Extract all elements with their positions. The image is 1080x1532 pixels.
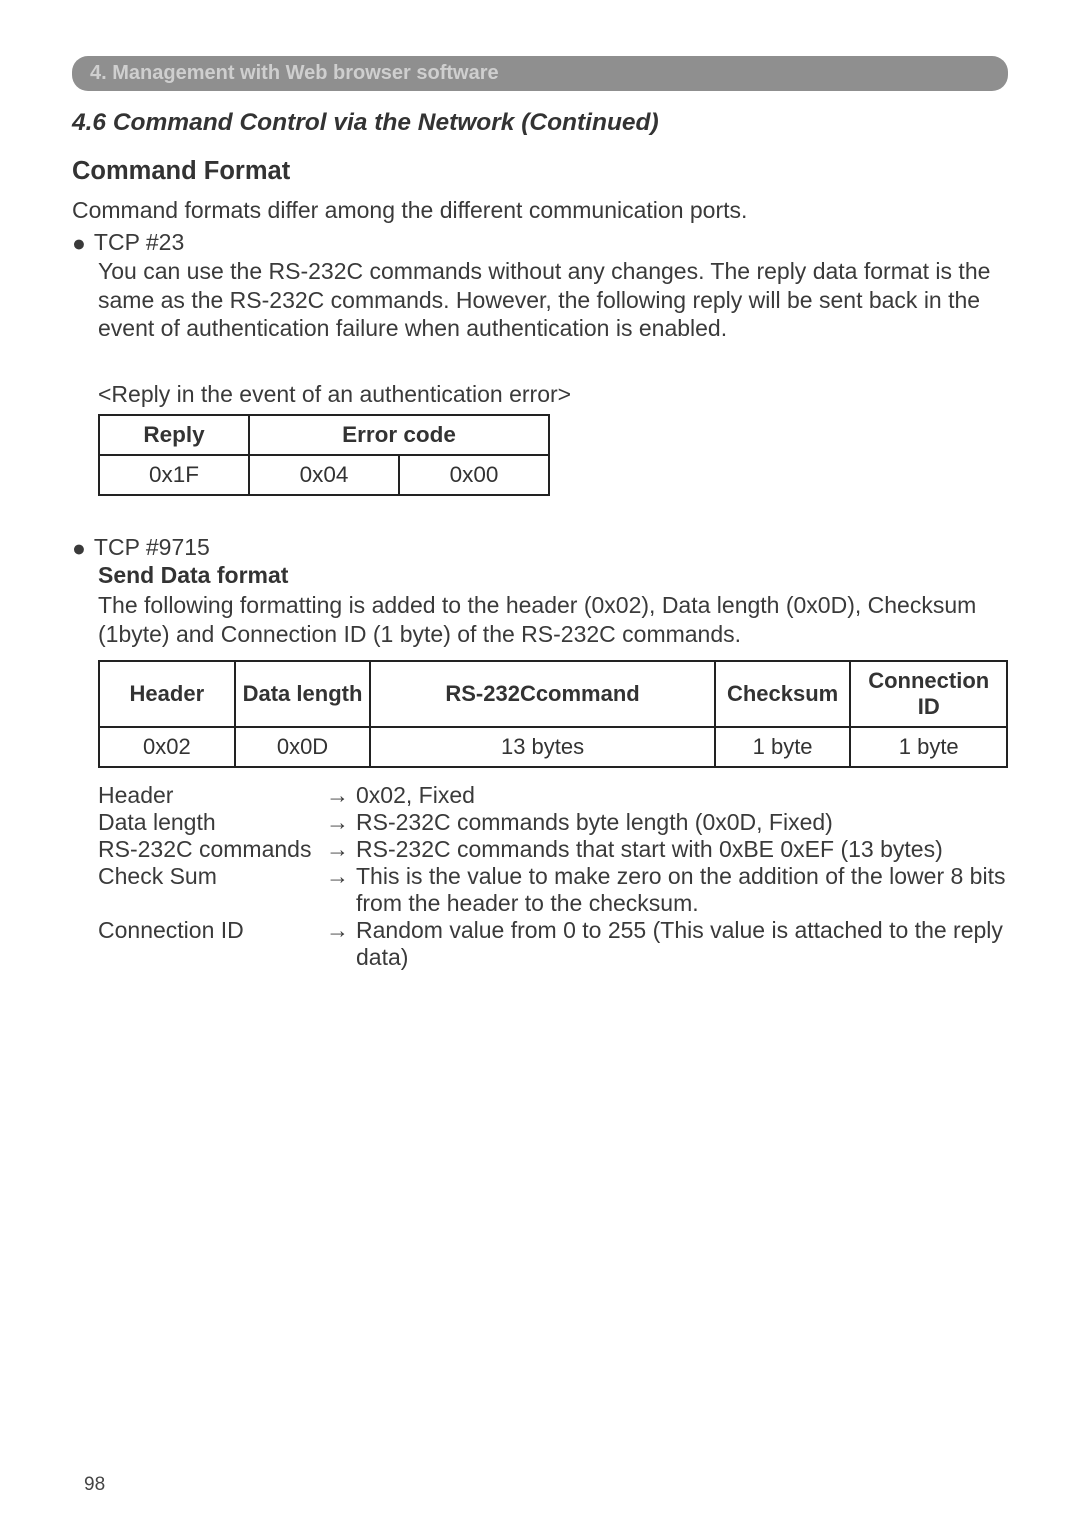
bullet-icon: ●: [72, 534, 86, 563]
definition-term: RS-232C commands: [98, 836, 326, 863]
definition-desc: This is the value to make zero on the ad…: [356, 863, 1008, 917]
command-format-heading: Command Format: [72, 157, 1008, 186]
section-title: 4.6 Command Control via the Network (Con…: [72, 109, 1008, 137]
auth-table-cell: 0x00: [399, 455, 549, 495]
auth-table-cell: 0x1F: [99, 455, 249, 495]
send-table-header: Checksum: [715, 661, 851, 727]
definition-desc: RS-232C commands that start with 0xBE 0x…: [356, 836, 1008, 863]
definition-term: Data length: [98, 809, 326, 836]
auth-error-caption: <Reply in the event of an authentication…: [98, 381, 1008, 408]
auth-table-cell: 0x04: [249, 455, 399, 495]
send-table-cell: 1 byte: [850, 727, 1007, 767]
send-table-header: Connection ID: [850, 661, 1007, 727]
intro-paragraph: Command formats differ among the differe…: [72, 196, 1008, 225]
banner-text: 4. Management with Web browser software: [90, 62, 499, 84]
definition-term: Header: [98, 782, 326, 809]
tcp23-label: TCP #23: [94, 229, 184, 256]
definition-row: Connection ID → Random value from 0 to 2…: [98, 917, 1008, 971]
send-table-cell: 0x02: [99, 727, 235, 767]
send-format-table: Header Data length RS-232Ccommand Checks…: [98, 660, 1008, 768]
tcp23-bullet: ● TCP #23: [72, 229, 1008, 258]
definition-desc: RS-232C commands byte length (0x0D, Fixe…: [356, 809, 1008, 836]
send-table-cell: 13 bytes: [370, 727, 714, 767]
section-banner: 4. Management with Web browser software: [72, 56, 1008, 91]
send-table-header: Header: [99, 661, 235, 727]
arrow-icon: →: [326, 863, 356, 890]
tcp9715-paragraph: The following formatting is added to the…: [98, 591, 1008, 648]
arrow-icon: →: [326, 782, 356, 809]
send-table-cell: 0x0D: [235, 727, 371, 767]
definition-term: Check Sum: [98, 863, 326, 890]
page-number: 98: [84, 1474, 105, 1496]
definition-row: Header → 0x02, Fixed: [98, 782, 1008, 809]
definition-desc: 0x02, Fixed: [356, 782, 1008, 809]
arrow-icon: →: [326, 809, 356, 836]
tcp9715-label: TCP #9715: [94, 534, 210, 561]
definition-row: Data length → RS-232C commands byte leng…: [98, 809, 1008, 836]
auth-error-table: Reply Error code 0x1F 0x04 0x00: [98, 414, 550, 496]
send-table-cell: 1 byte: [715, 727, 851, 767]
send-data-heading: Send Data format: [98, 562, 1008, 589]
definition-row: RS-232C commands → RS-232C commands that…: [98, 836, 1008, 863]
arrow-icon: →: [326, 836, 356, 863]
send-table-header: RS-232Ccommand: [370, 661, 714, 727]
definition-term: Connection ID: [98, 917, 326, 944]
auth-table-header-reply: Reply: [99, 415, 249, 455]
definition-row: Check Sum → This is the value to make ze…: [98, 863, 1008, 917]
bullet-icon: ●: [72, 229, 86, 258]
definition-desc: Random value from 0 to 255 (This value i…: [356, 917, 1008, 971]
tcp23-paragraph: You can use the RS-232C commands without…: [98, 257, 1008, 343]
definition-list: Header → 0x02, Fixed Data length → RS-23…: [98, 782, 1008, 971]
auth-table-header-error: Error code: [249, 415, 549, 455]
tcp9715-bullet: ● TCP #9715: [72, 534, 1008, 563]
send-table-header: Data length: [235, 661, 371, 727]
arrow-icon: →: [326, 917, 356, 944]
